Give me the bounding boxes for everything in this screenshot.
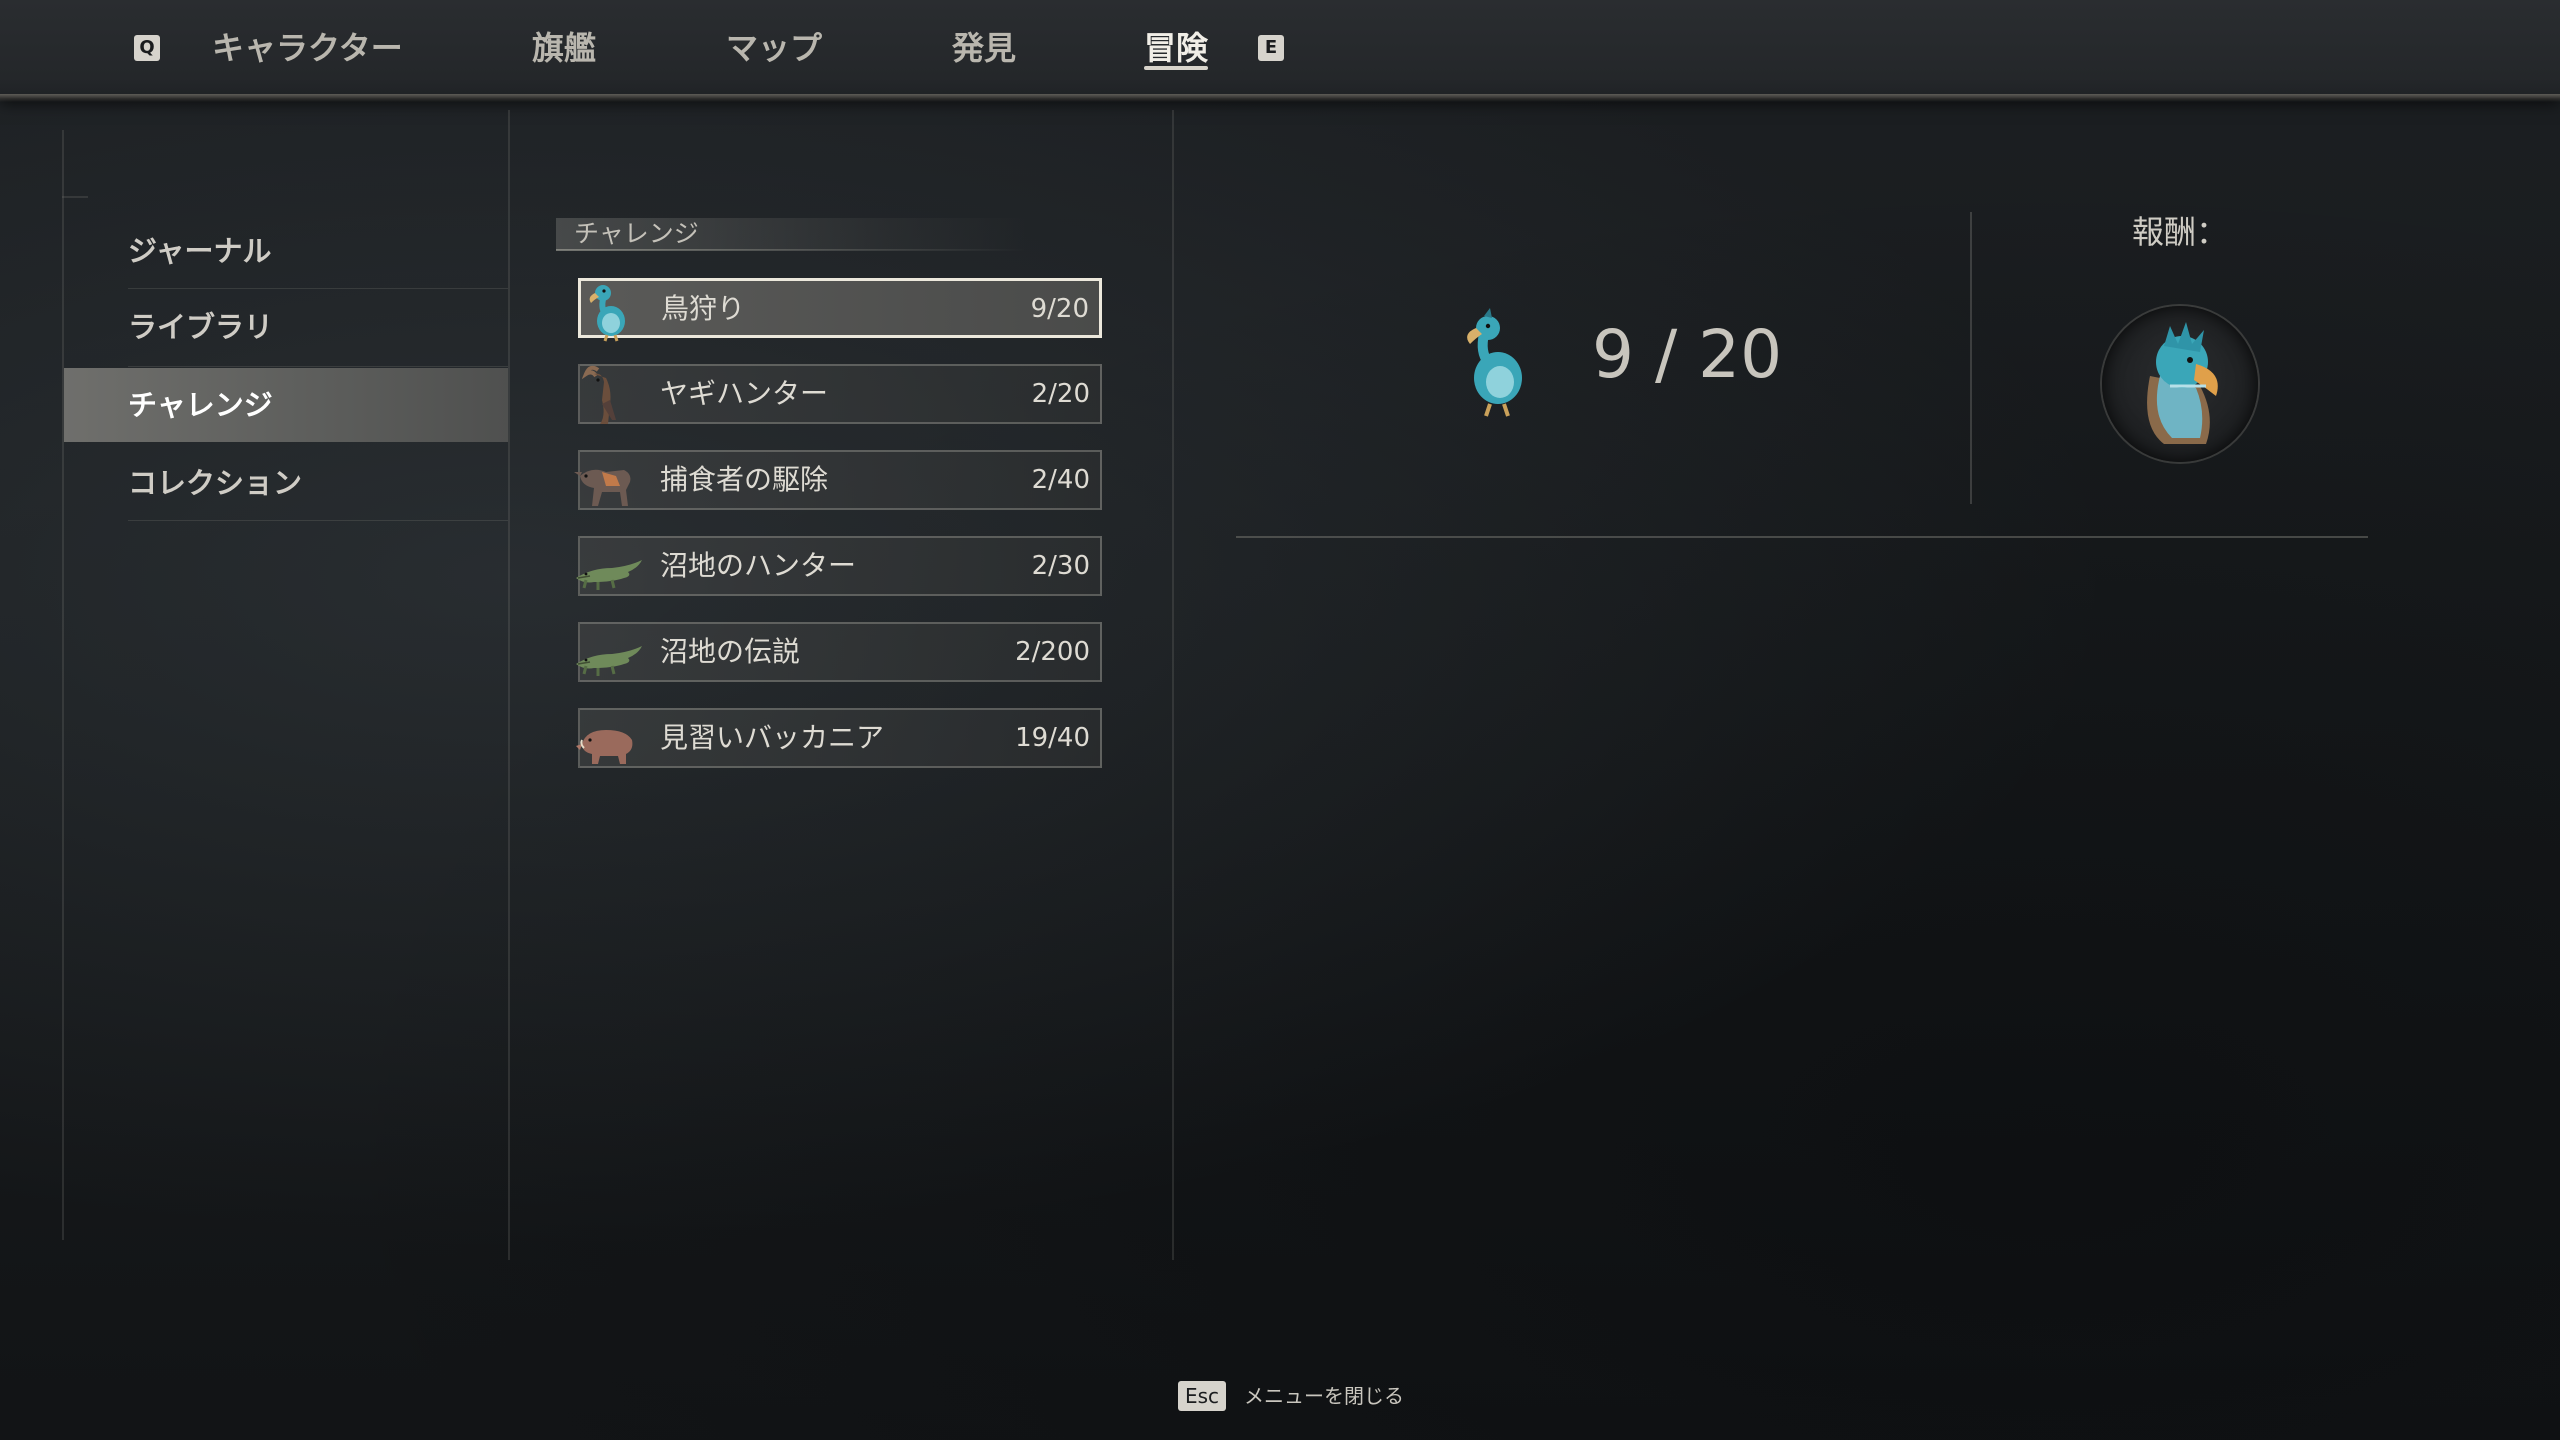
sidebar-separator (128, 520, 508, 521)
challenge-label: 沼地の伝説 (660, 635, 801, 668)
sidebar-item-collection[interactable]: コレクション (64, 446, 508, 520)
sidebar-item-challenges[interactable]: チャレンジ (64, 368, 508, 442)
challenge-progress: 9/20 (1030, 294, 1089, 324)
sidebar-separator (128, 366, 508, 367)
challenge-progress: 2/40 (1031, 465, 1090, 495)
challenge-progress: 2/30 (1031, 551, 1090, 581)
challenge-row-swamp-legend[interactable]: 沼地の伝説 2/200 (576, 622, 1102, 682)
sidebar-divider (508, 110, 510, 1260)
close-menu-label[interactable]: メニューを閉じる (1244, 1381, 1404, 1411)
game-menu-screen: Q キャラクター 旗艦 マップ 発見 冒険 E ジャーナル ライブラリ チャレン… (0, 0, 2560, 1440)
sidebar-item-journal[interactable]: ジャーナル (64, 214, 508, 288)
challenge-row-swamp-hunter[interactable]: 沼地のハンター 2/30 (576, 536, 1102, 596)
tab-discovery[interactable]: 発見 (952, 24, 1016, 72)
wolf-icon (574, 469, 631, 506)
tab-adventure[interactable]: 冒険 (1144, 24, 1208, 72)
challenge-row-goat-hunter[interactable]: ヤギハンター 2/20 (578, 364, 1102, 424)
list-divider (1172, 110, 1174, 1260)
tab-map[interactable]: マップ (726, 24, 822, 72)
challenge-list-title-underline (556, 249, 1026, 251)
boar-icon (576, 730, 633, 764)
reward-slot[interactable] (2102, 306, 2258, 462)
prev-tab-key-hint[interactable]: Q (134, 35, 160, 61)
challenge-row-apprentice-buccaneer[interactable]: 見習いバッカニア 19/40 (576, 708, 1102, 768)
tab-character[interactable]: キャラクター (212, 24, 403, 72)
sidebar-separator (128, 288, 508, 289)
challenge-label: 見習いバッカニア (660, 721, 885, 754)
challenge-label: 捕食者の駆除 (660, 463, 829, 496)
detail-divider (1970, 212, 1972, 504)
challenge-label: 鳥狩り (661, 292, 746, 325)
dodo-trophy-icon (2147, 322, 2218, 444)
challenge-list-title: チャレンジ (556, 218, 1026, 250)
sidebar-item-library[interactable]: ライブラリ (64, 290, 508, 364)
challenge-progress-large: 9 / 20 (1592, 316, 1783, 393)
crocodile-icon (576, 646, 642, 676)
challenge-label: 沼地のハンター (660, 549, 857, 582)
close-menu-key-hint[interactable]: Esc (1178, 1381, 1226, 1411)
challenge-row-bird-hunting[interactable]: 鳥狩り 9/20 (578, 278, 1102, 342)
dodo-icon (1467, 308, 1522, 417)
challenge-progress: 2/200 (1015, 637, 1090, 667)
challenge-progress: 19/40 (1015, 723, 1090, 753)
detail-bottom-rule (1236, 536, 2368, 538)
active-tab-underline (1144, 66, 1208, 70)
challenge-progress: 2/20 (1031, 379, 1090, 409)
top-bar-torn-edge (0, 94, 2560, 102)
dodo-icon (589, 285, 625, 342)
frame-tick (62, 196, 88, 198)
challenge-label: ヤギハンター (660, 377, 829, 410)
reward-label: 報酬： (2131, 213, 2228, 251)
next-tab-key-hint[interactable]: E (1258, 35, 1284, 61)
crocodile-icon (576, 560, 642, 590)
challenge-row-predator-culling[interactable]: 捕食者の駆除 2/40 (574, 450, 1102, 510)
tab-flagship[interactable]: 旗艦 (532, 24, 596, 72)
goat-icon (581, 365, 616, 424)
